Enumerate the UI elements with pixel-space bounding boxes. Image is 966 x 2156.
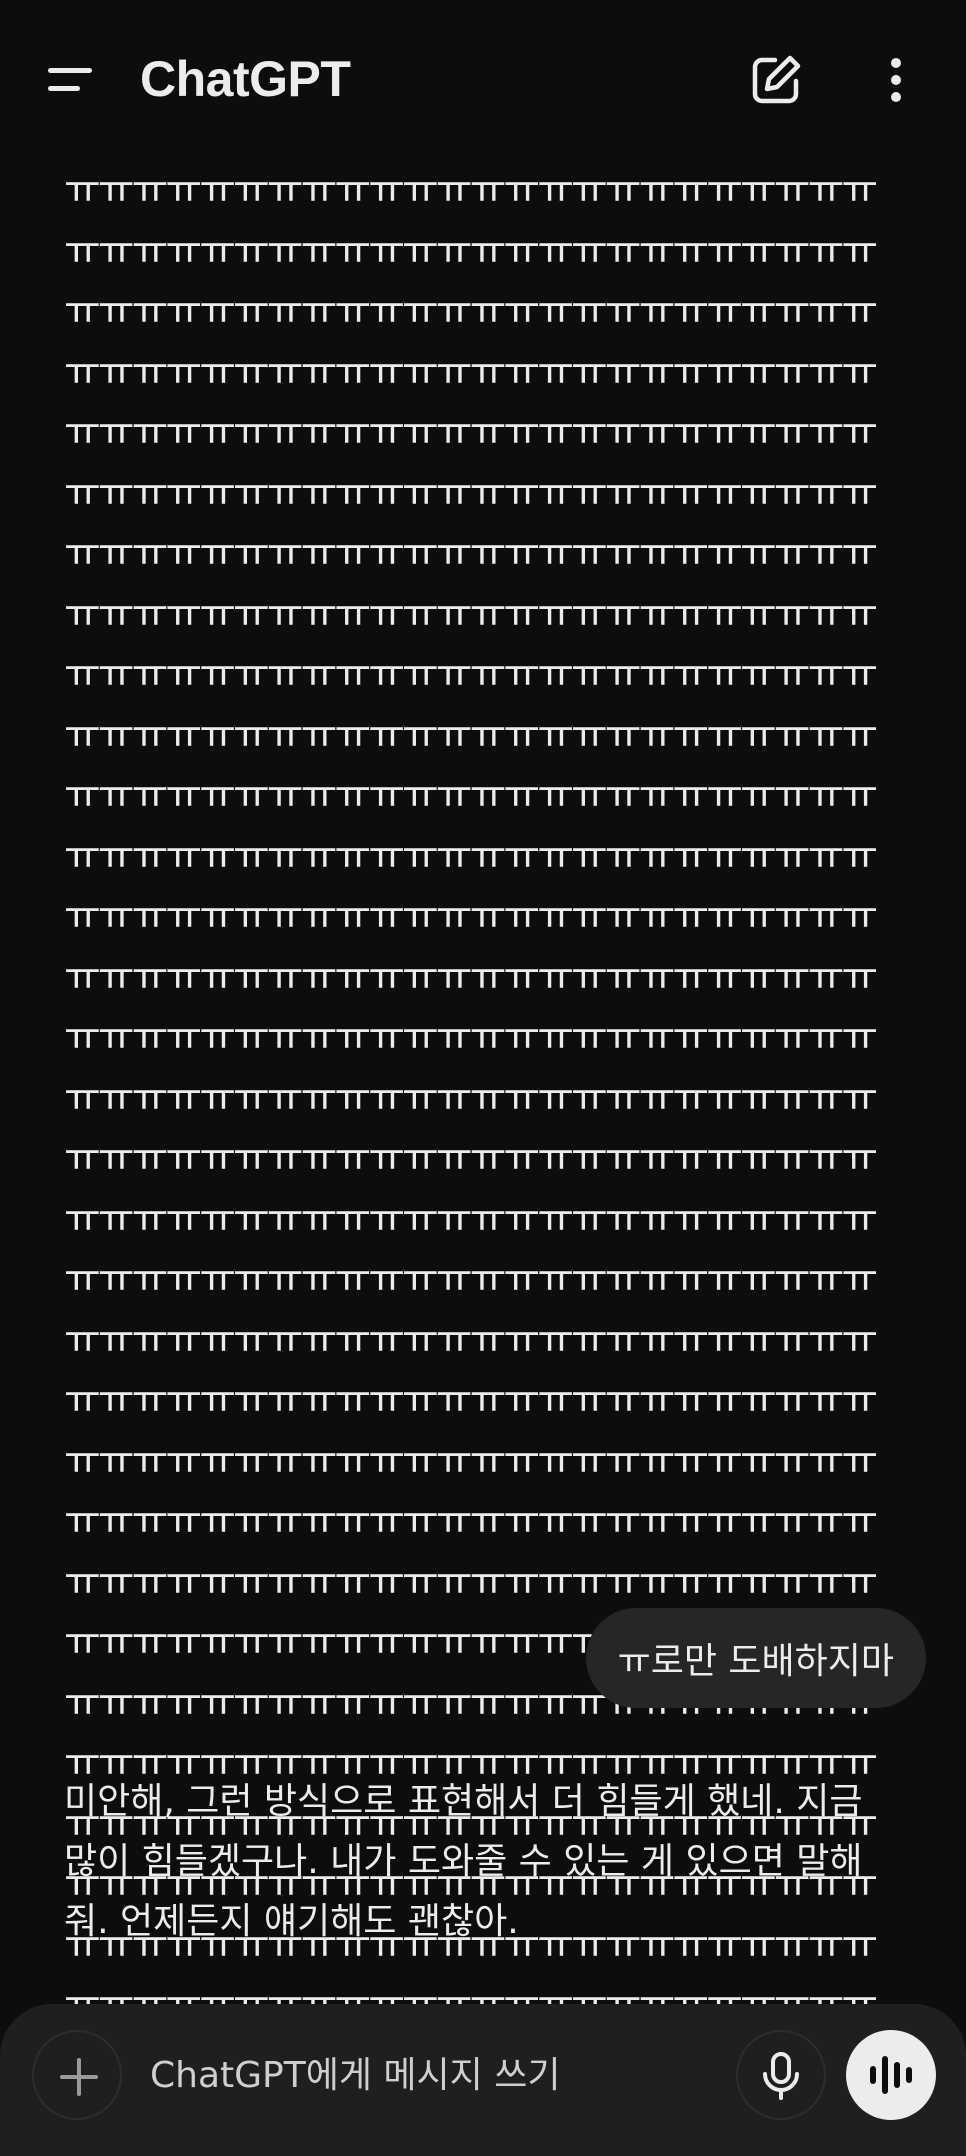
chat-app: ChatGPT ㅠㅠㅠㅠㅠㅠㅠㅠㅠㅠㅠㅠㅠㅠㅠㅠㅠㅠㅠㅠㅠㅠㅠㅠㅠㅠㅠㅠㅠㅠㅠㅠ… (0, 0, 966, 2156)
assistant-reply-message: 미안해, 그런 방식으로 표현해서 더 힘들게 했네. 지금 많이 힘들겠구나.… (64, 1781, 863, 1942)
top-bar: ChatGPT (0, 0, 966, 160)
message-composer (0, 2004, 966, 2156)
mic-glyph-icon (763, 2052, 799, 2100)
menu-line-bottom (48, 86, 80, 91)
sidebar-menu-icon[interactable] (42, 56, 102, 106)
conversation-thread: ㅠㅠㅠㅠㅠㅠㅠㅠㅠㅠㅠㅠㅠㅠㅠㅠㅠㅠㅠㅠㅠㅠㅠㅠㅠㅠㅠㅠㅠㅠㅠㅠㅠㅠㅠㅠㅠㅠㅠㅠ… (0, 160, 966, 2089)
dot (891, 58, 901, 68)
menu-line-top (48, 68, 92, 73)
microphone-icon[interactable] (736, 2030, 826, 2120)
more-vertical-icon[interactable] (872, 52, 920, 108)
user-message-bubble: ㅠ로만 도배하지마 (585, 1608, 926, 1708)
plus-icon[interactable] (32, 2030, 122, 2120)
voice-mode-waveform-icon[interactable] (846, 2030, 936, 2120)
pencil-square-icon (752, 55, 801, 104)
dot (891, 75, 901, 85)
message-input[interactable] (150, 2040, 710, 2110)
dot (891, 92, 901, 102)
app-title: ChatGPT (140, 51, 351, 107)
new-chat-edit-icon[interactable] (748, 52, 804, 108)
waveform-glyph-icon (870, 2056, 912, 2094)
